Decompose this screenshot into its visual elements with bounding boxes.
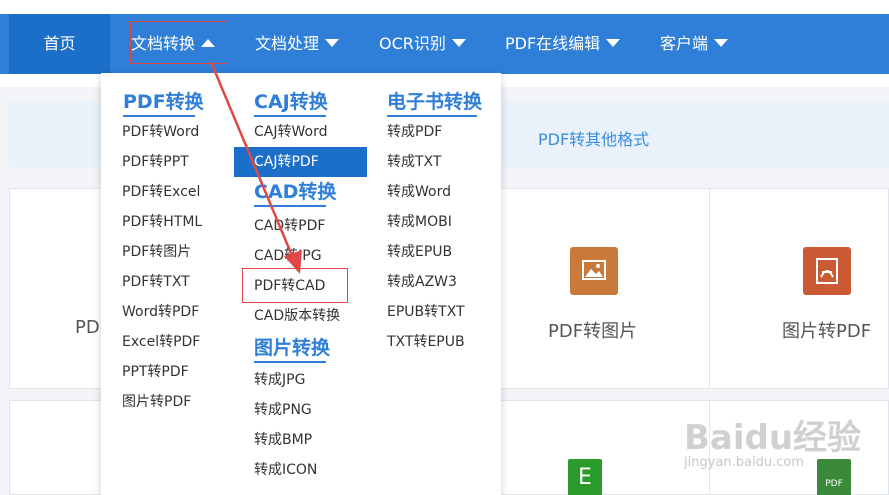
baidu-watermark: Baidu经验 [684,418,862,458]
baidu-watermark-url: jingyan.baidu.com [684,455,804,470]
